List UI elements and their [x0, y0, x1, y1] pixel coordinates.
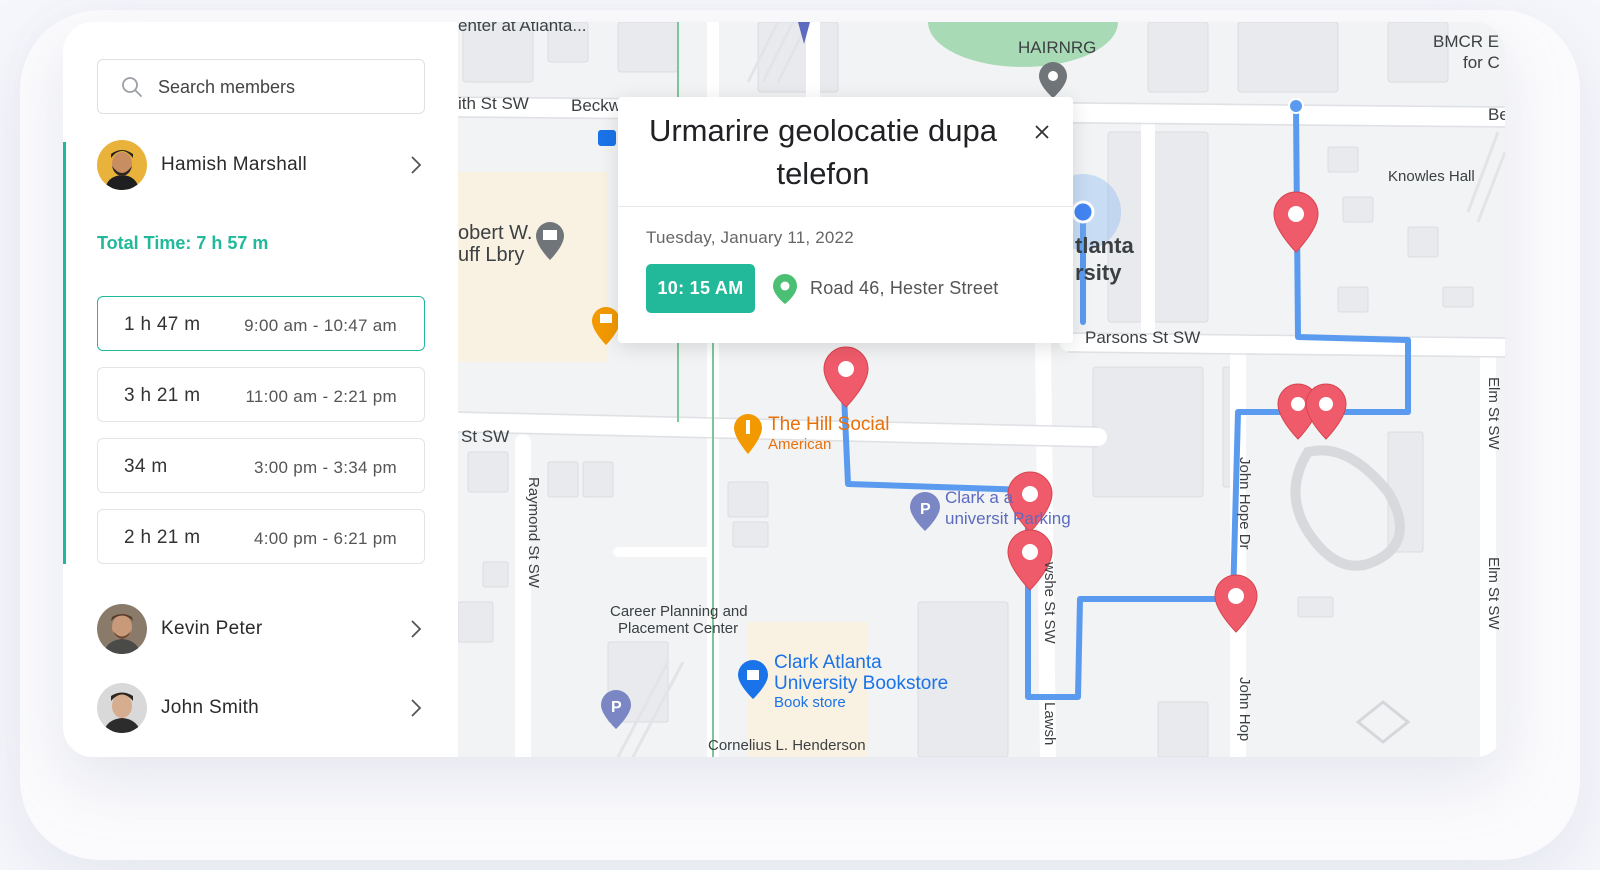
popup-divider	[618, 206, 1073, 207]
slot-duration: 2 h 21 m	[124, 527, 201, 548]
chevron-right-icon	[411, 156, 422, 174]
map-label: wshe St SW	[1041, 562, 1058, 644]
map-label: obert W.	[458, 222, 533, 244]
avatar	[97, 140, 147, 190]
member-kevin-peter[interactable]: Kevin Peter	[97, 604, 425, 656]
map-label: for C	[1463, 53, 1500, 72]
popup-date: Tuesday, January 11, 2022	[646, 228, 854, 247]
map-label: Clark Atlanta	[774, 652, 882, 673]
time-slot-4[interactable]: 2 h 21 m 4:00 pm - 6:21 pm	[97, 509, 425, 564]
map-label: University Bookstore	[774, 673, 949, 694]
map-label: rsity	[1075, 260, 1122, 285]
time-slot-1[interactable]: 1 h 47 m 9:00 am - 10:47 am	[97, 296, 425, 351]
member-name: John Smith	[161, 697, 260, 718]
map-label: Elm St SW	[1485, 557, 1502, 630]
location-popup: Urmarire geolocatie dupa telefon Tuesday…	[618, 97, 1073, 343]
map-label: St SW	[461, 427, 510, 446]
map-label: HAIRNRG	[1018, 38, 1097, 57]
map-label: Book store	[774, 694, 846, 711]
map-label: Placement Center	[618, 620, 739, 637]
popup-address: Road 46, Hester Street	[810, 278, 999, 298]
time-slot-2[interactable]: 3 h 21 m 11:00 am - 2:21 pm	[97, 367, 425, 422]
tracking-card: Search members Hamish Marshall Total Tim…	[63, 22, 1505, 757]
avatar	[97, 604, 147, 654]
search-icon	[122, 77, 142, 97]
map-label: John Hop	[1236, 677, 1253, 742]
search-placeholder: Search members	[158, 77, 296, 97]
map-label: The Hill Social	[768, 414, 890, 435]
map-label: Career Planning and	[610, 603, 748, 620]
slot-range: 3:00 pm - 3:34 pm	[253, 458, 397, 477]
member-name: Hamish Marshall	[161, 154, 307, 175]
map-label: Lawsh	[1041, 702, 1058, 746]
map-label: Cornelius L. Henderson	[708, 737, 866, 754]
map-label: Raymond St SW	[525, 477, 542, 588]
avatar	[97, 683, 147, 733]
search-input[interactable]: Search members	[97, 59, 425, 114]
map-label: BMCR E	[1433, 32, 1500, 51]
member-hamish-marshall[interactable]: Hamish Marshall	[97, 140, 425, 192]
map-label: Be	[1488, 105, 1505, 124]
svg-text:P: P	[920, 501, 931, 518]
map-label: ith St SW	[458, 94, 529, 113]
map-label: Elm St SW	[1485, 377, 1502, 450]
map-label: uff Lbry	[458, 244, 525, 266]
svg-text:P: P	[611, 699, 622, 716]
popup-title: Urmarire geolocatie dupa telefon	[648, 113, 998, 191]
slot-range: 4:00 pm - 6:21 pm	[253, 529, 397, 548]
slot-range: 9:00 am - 10:47 am	[244, 316, 397, 335]
chevron-right-icon	[411, 699, 422, 717]
map-label: tlanta	[1075, 233, 1134, 258]
slot-duration: 3 h 21 m	[124, 385, 201, 406]
map-label: enter at Atlanta...	[458, 22, 587, 35]
map-label: universit Parking	[945, 509, 1071, 528]
slot-range: 11:00 am - 2:21 pm	[245, 387, 397, 406]
map-label: Beckw	[571, 96, 622, 115]
map-pin-icon	[773, 274, 797, 304]
members-sidebar: Search members Hamish Marshall Total Tim…	[63, 22, 458, 757]
map-label: Clark a a	[945, 488, 1014, 507]
slot-duration: 1 h 47 m	[124, 314, 201, 335]
map-label: Parsons St SW	[1085, 328, 1201, 347]
member-john-smith[interactable]: John Smith	[97, 683, 425, 735]
chevron-right-icon	[411, 620, 422, 638]
map-label: John Hope Dr	[1236, 457, 1253, 550]
map-label: American	[768, 436, 832, 453]
slot-duration: 34 m	[124, 456, 168, 477]
member-name: Kevin Peter	[161, 618, 263, 639]
time-slot-3[interactable]: 34 m 3:00 pm - 3:34 pm	[97, 438, 425, 493]
close-icon[interactable]	[1031, 121, 1053, 143]
selected-member-indicator	[63, 142, 66, 564]
map-label: Knowles Hall	[1388, 168, 1475, 185]
total-time: Total Time: 7 h 57 m	[97, 233, 269, 253]
time-badge[interactable]: 10: 15 AM	[646, 264, 755, 313]
